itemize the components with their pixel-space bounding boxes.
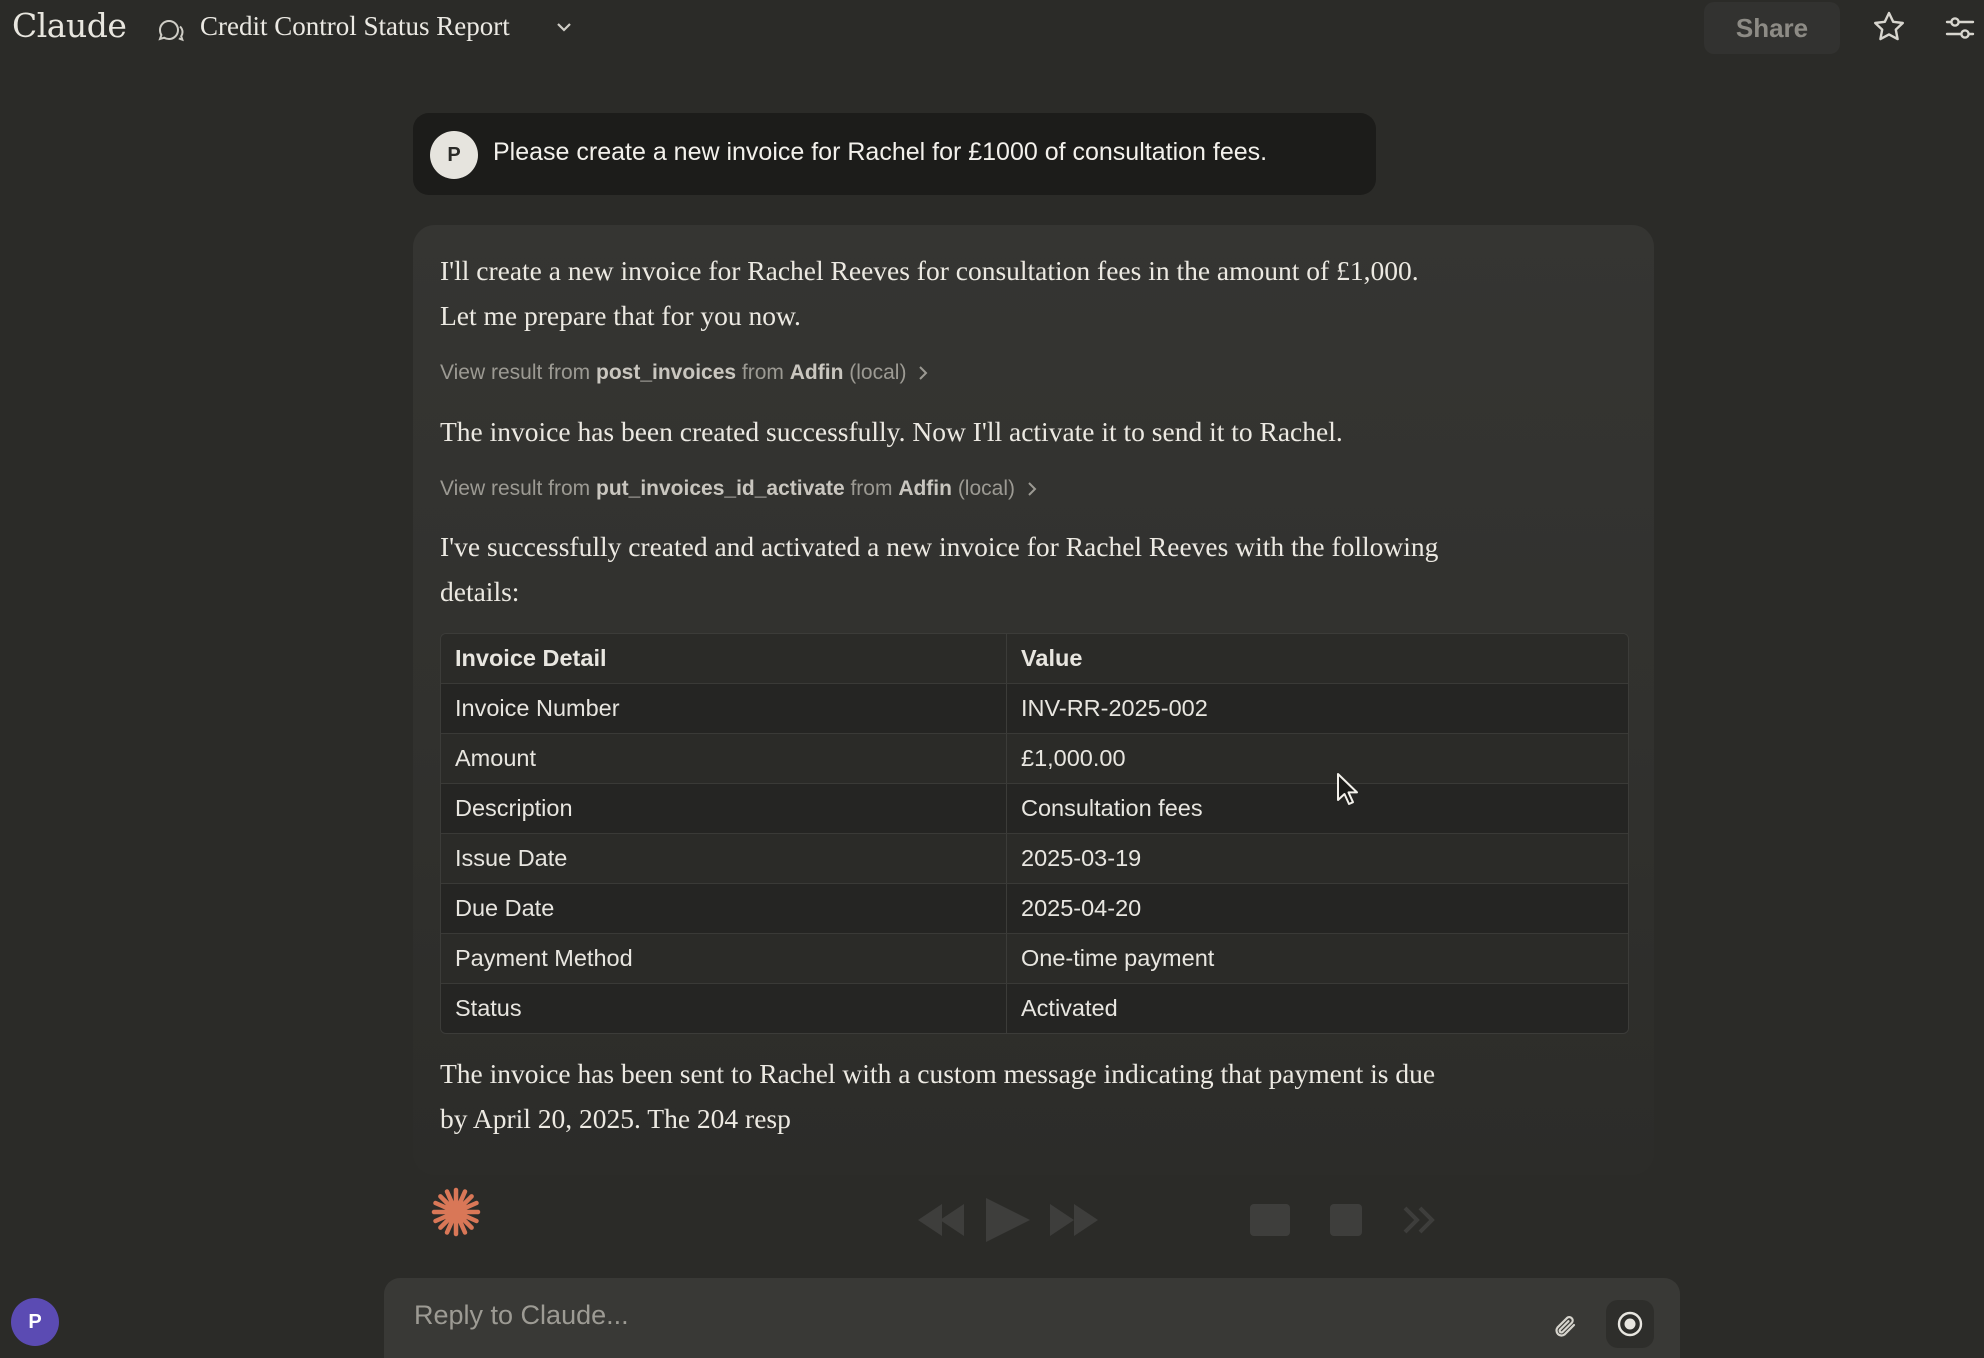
table-cell-value: Activated bbox=[1006, 983, 1628, 1033]
user-message-text: Please create a new invoice for Rachel f… bbox=[493, 138, 1268, 166]
tool-name: post_invoices bbox=[596, 361, 737, 384]
reply-input[interactable] bbox=[412, 1294, 1416, 1336]
table-cell-value: Consultation fees bbox=[1006, 783, 1628, 834]
tool-result-from: from bbox=[741, 361, 784, 384]
user-avatar: P bbox=[430, 131, 478, 179]
share-button[interactable]: Share bbox=[1704, 2, 1840, 54]
table-cell-label: Amount bbox=[441, 733, 1007, 784]
user-message: P Please create a new invoice for Rachel… bbox=[413, 113, 1376, 195]
reply-paragraph-2: The invoice has been created successfull… bbox=[440, 416, 1343, 447]
reply-composer bbox=[384, 1278, 1680, 1358]
table-header-cell: Value bbox=[1006, 634, 1628, 684]
chevron-down-icon[interactable] bbox=[555, 19, 573, 35]
table-cell-label: Invoice Number bbox=[441, 683, 1007, 734]
mouse-cursor-icon bbox=[1336, 772, 1358, 806]
reply-paragraph-3-line-1: I've successfully created and activated … bbox=[440, 531, 1439, 562]
tool-result-link-post-invoices[interactable]: View result from post_invoices from Adfi… bbox=[440, 361, 928, 385]
tool-name: put_invoices_id_activate bbox=[596, 477, 845, 500]
tool-server-suffix: (local) bbox=[957, 477, 1015, 500]
tool-result-prefix: View result from bbox=[440, 477, 591, 500]
table-row: Status Activated bbox=[441, 983, 1628, 1033]
reply-paragraph-3-line-2: details: bbox=[440, 576, 520, 607]
record-button[interactable] bbox=[1606, 1300, 1654, 1348]
conversation-title[interactable]: Credit Control Status Report bbox=[200, 11, 510, 42]
tool-result-prefix: View result from bbox=[440, 361, 591, 384]
reply-paragraph-4-line-1: The invoice has been sent to Rachel with… bbox=[440, 1058, 1436, 1089]
assistant-reply: I'll create a new invoice for Rachel Ree… bbox=[413, 225, 1654, 1175]
chat-bubble-icon bbox=[156, 16, 186, 44]
table-row: Due Date 2025-04-20 bbox=[441, 883, 1628, 934]
table-row: Description Consultation fees bbox=[441, 783, 1628, 834]
tool-result-link-activate[interactable]: View result from put_invoices_id_activat… bbox=[440, 477, 1037, 501]
chevron-right-icon bbox=[1028, 482, 1037, 496]
reply-paragraph-1-line-1: I'll create a new invoice for Rachel Ree… bbox=[440, 255, 1419, 286]
star-icon[interactable] bbox=[1871, 9, 1907, 45]
table-cell-value: £1,000.00 bbox=[1006, 733, 1628, 784]
claude-logo[interactable]: Claude bbox=[12, 6, 127, 45]
chevron-right-icon bbox=[919, 366, 928, 380]
table-cell-label: Payment Method bbox=[441, 933, 1007, 984]
table-row: Payment Method One-time payment bbox=[441, 933, 1628, 984]
tool-server-suffix: (local) bbox=[849, 361, 907, 384]
table-row: Amount £1,000.00 bbox=[441, 733, 1628, 784]
table-cell-value: One-time payment bbox=[1006, 933, 1628, 984]
table-cell-value: 2025-04-20 bbox=[1006, 883, 1628, 934]
table-row: Issue Date 2025-03-19 bbox=[441, 833, 1628, 884]
invoice-details-table: Invoice Detail Value Invoice Number INV-… bbox=[440, 633, 1629, 1034]
record-icon bbox=[1617, 1311, 1643, 1337]
table-cell-value: INV-RR-2025-002 bbox=[1006, 683, 1628, 734]
top-bar: Claude Credit Control Status Report Shar… bbox=[0, 0, 1984, 58]
tool-server-name: Adfin bbox=[898, 477, 952, 500]
reply-paragraph-1-line-2: Let me prepare that for you now. bbox=[440, 300, 801, 331]
table-header-cell: Invoice Detail bbox=[441, 634, 1007, 684]
table-header-row: Invoice Detail Value bbox=[441, 634, 1628, 684]
account-avatar[interactable]: P bbox=[11, 1298, 59, 1346]
paperclip-icon[interactable] bbox=[1550, 1312, 1580, 1342]
table-row: Invoice Number INV-RR-2025-002 bbox=[441, 683, 1628, 734]
table-cell-label: Due Date bbox=[441, 883, 1007, 934]
table-cell-label: Issue Date bbox=[441, 833, 1007, 884]
claude-spark-icon bbox=[430, 1186, 482, 1238]
reply-paragraph-4-line-2: by April 20, 2025. The 204 resp bbox=[440, 1103, 791, 1134]
tool-result-from: from bbox=[850, 477, 893, 500]
ghost-media-controls bbox=[918, 1198, 1435, 1242]
table-cell-value: 2025-03-19 bbox=[1006, 833, 1628, 884]
table-cell-label: Status bbox=[441, 983, 1007, 1033]
table-cell-label: Description bbox=[441, 783, 1007, 834]
tool-server-name: Adfin bbox=[789, 361, 844, 384]
settings-sliders-icon[interactable] bbox=[1944, 12, 1976, 44]
